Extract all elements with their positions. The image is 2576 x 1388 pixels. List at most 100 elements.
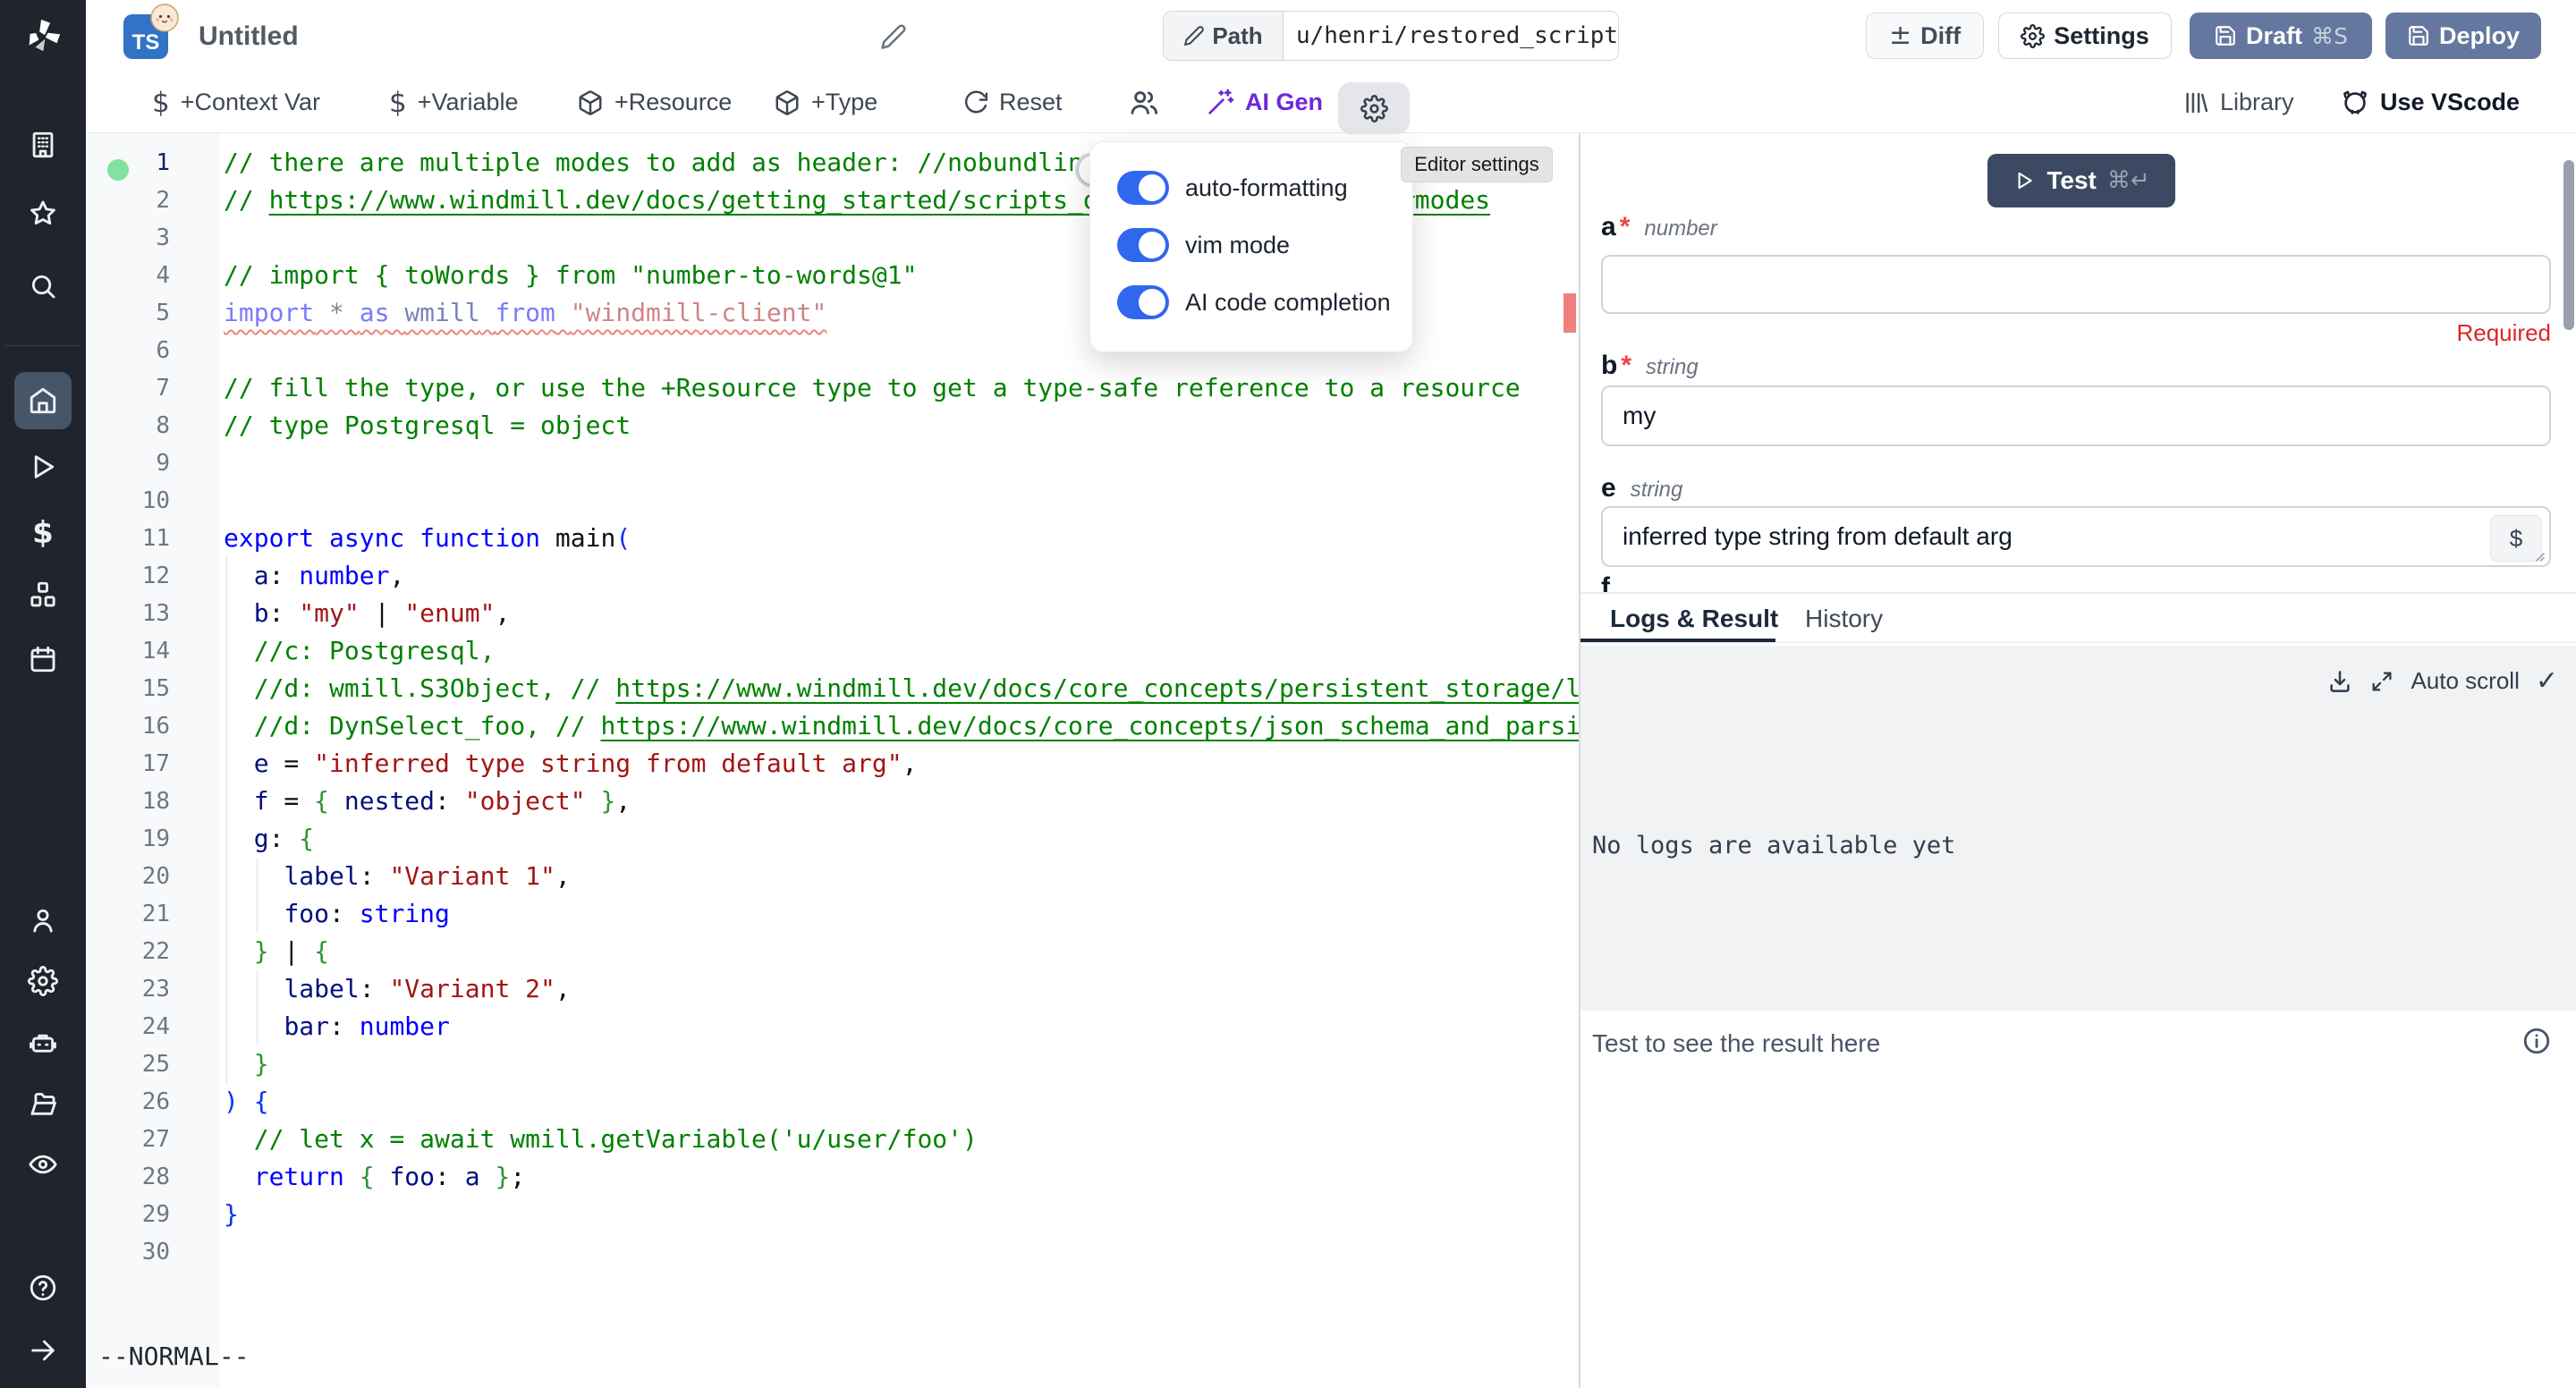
vim-mode-toggle[interactable] (1117, 228, 1169, 262)
download-logs-icon[interactable] (2326, 668, 2353, 695)
field-e-input[interactable]: inferred type string from default arg $ (1601, 506, 2551, 567)
code-line[interactable]: bar: number (224, 1008, 450, 1045)
code-line[interactable]: label: "Variant 1", (224, 858, 571, 895)
code-line[interactable]: // import { toWords } from "number-to-wo… (224, 257, 917, 294)
deploy-floppy-icon (2407, 24, 2430, 47)
auto-formatting-toggle[interactable] (1117, 171, 1169, 205)
code-line[interactable]: f = { nested: "object" }, (224, 783, 631, 820)
settings-button[interactable]: Settings (1998, 13, 2172, 59)
logs-pane: Auto scroll ✓ No logs are available yet (1580, 646, 2576, 1011)
code-line[interactable]: } | { (224, 933, 329, 970)
editor-settings-gear-button[interactable] (1338, 82, 1410, 134)
magic-wand-icon (1206, 89, 1234, 117)
code-line[interactable]: g: { (224, 820, 314, 858)
editor-toolbar: $ +Context Var $ +Variable +Resource +Ty… (86, 72, 2576, 133)
audit-eye-icon[interactable] (28, 1149, 58, 1180)
github-octocat-icon (2341, 89, 2369, 117)
resources-cubes-icon[interactable] (28, 580, 58, 610)
runs-play-icon[interactable] (28, 452, 58, 482)
library-button[interactable]: Library (2182, 72, 2294, 132)
add-resource-button[interactable]: +Resource (577, 72, 732, 132)
tab-logs-result[interactable]: Logs & Result (1610, 605, 1778, 633)
expand-logs-icon[interactable] (2369, 669, 2394, 694)
script-title: Untitled (199, 21, 299, 52)
schedules-calendar-icon[interactable] (28, 644, 58, 674)
sidebar-divider (5, 345, 80, 346)
dollar-icon: $ (152, 87, 170, 119)
code-line[interactable]: ) { (224, 1083, 269, 1121)
code-line[interactable]: return { foo: a }; (224, 1158, 525, 1196)
favorites-star-icon[interactable] (28, 199, 58, 229)
code-line[interactable]: } (224, 1196, 239, 1233)
field-e-label: e string (1601, 473, 1682, 504)
users-person-icon[interactable] (28, 905, 58, 935)
resize-grip-icon[interactable] (2531, 548, 2546, 563)
code-line[interactable]: // type Postgresql = object (224, 407, 631, 444)
auto-scroll-label[interactable]: Auto scroll (2411, 667, 2519, 695)
add-context-var-button[interactable]: $ +Context Var (152, 72, 320, 132)
edit-title-pencil-icon[interactable] (880, 23, 907, 50)
code-line[interactable]: foo: string (224, 895, 450, 933)
use-vscode-button[interactable]: Use VScode (2341, 72, 2520, 132)
search-icon[interactable] (28, 271, 58, 301)
play-icon (2012, 169, 2036, 192)
workers-robot-icon[interactable] (28, 1028, 58, 1058)
pane-divider[interactable] (1579, 133, 1580, 1388)
code-line[interactable]: a: number, (224, 557, 404, 595)
field-f-label-clipped: f (1601, 572, 1610, 592)
add-variable-button[interactable]: $ +Variable (389, 72, 519, 132)
dollar-icon: $ (389, 87, 407, 119)
tab-history[interactable]: History (1805, 605, 1883, 633)
code-line[interactable]: } (224, 1045, 269, 1083)
tab-bottom-border (1580, 642, 2576, 643)
field-a-input[interactable] (1601, 255, 2551, 314)
home-icon[interactable] (28, 385, 58, 416)
code-line[interactable]: e = "inferred type string from default a… (224, 745, 917, 783)
code-line[interactable]: // let x = await wmill.getVariable('u/us… (224, 1121, 978, 1158)
info-icon[interactable] (2521, 1026, 2552, 1056)
path-edit-button[interactable]: Path (1164, 12, 1284, 60)
code-line[interactable]: //d: wmill.S3Object, // https://www.wind… (224, 670, 1579, 707)
code-line[interactable]: //d: DynSelect_foo, // https://www.windm… (224, 707, 1579, 745)
code-line[interactable]: b: "my" | "enum", (224, 595, 510, 632)
diff-button[interactable]: ± Diff (1866, 13, 1984, 59)
result-placeholder: Test to see the result here (1592, 1029, 1880, 1058)
field-b-label: b* string (1601, 351, 1699, 381)
panel-divider (1580, 592, 2576, 594)
gear-icon (1360, 95, 1388, 123)
code-line[interactable]: // fill the type, or use the +Resource t… (224, 369, 1521, 407)
multiplayer-users-icon (1129, 72, 1159, 132)
panel-scrollbar-thumb[interactable] (2563, 160, 2574, 330)
connection-status-dot (107, 159, 129, 181)
code-line[interactable]: export async function main( (224, 520, 631, 557)
help-icon[interactable] (28, 1273, 58, 1303)
field-b-input[interactable]: my (1601, 385, 2551, 446)
field-a-required-error: Required (2456, 319, 2551, 347)
deploy-button[interactable]: Deploy (2385, 13, 2541, 59)
vim-mode-status: --NORMAL-- (98, 1341, 250, 1371)
workspace-building-icon[interactable] (28, 130, 58, 160)
draft-button[interactable]: Draft ⌘S (2190, 13, 2372, 59)
code-line[interactable]: //c: Postgresql, (224, 632, 495, 670)
package-icon (774, 89, 801, 116)
windmill-logo-icon[interactable] (22, 16, 64, 62)
gutter: 1234567891011121314151617181920212223242… (86, 133, 170, 1388)
path-value[interactable]: u/henri/restored_script (1284, 12, 1618, 60)
path-input-group[interactable]: Path u/henri/restored_script (1163, 11, 1619, 61)
folders-icon[interactable] (28, 1088, 58, 1119)
code-line[interactable]: label: "Variant 2", (224, 970, 571, 1008)
settings-gear-icon[interactable] (28, 966, 58, 996)
error-overview-mark (1563, 293, 1576, 333)
code-line[interactable]: import * as wmill from "windmill-client" (224, 294, 826, 332)
ai-code-completion-toggle[interactable] (1117, 285, 1169, 319)
ai-gen-button[interactable]: AI Gen (1206, 72, 1323, 132)
reset-button[interactable]: Reset (962, 72, 1063, 132)
save-floppy-icon (2214, 24, 2237, 47)
variables-dollar-icon[interactable]: $ (32, 515, 54, 551)
expand-sidebar-arrow-icon[interactable] (28, 1335, 58, 1366)
auto-scroll-check-icon[interactable]: ✓ (2536, 665, 2558, 697)
add-type-button[interactable]: +Type (774, 72, 877, 132)
baby-face-emoji-icon (148, 2, 181, 34)
test-run-button[interactable]: Test ⌘↵ (1987, 154, 2175, 207)
draft-shortcut: ⌘S (2311, 23, 2348, 49)
